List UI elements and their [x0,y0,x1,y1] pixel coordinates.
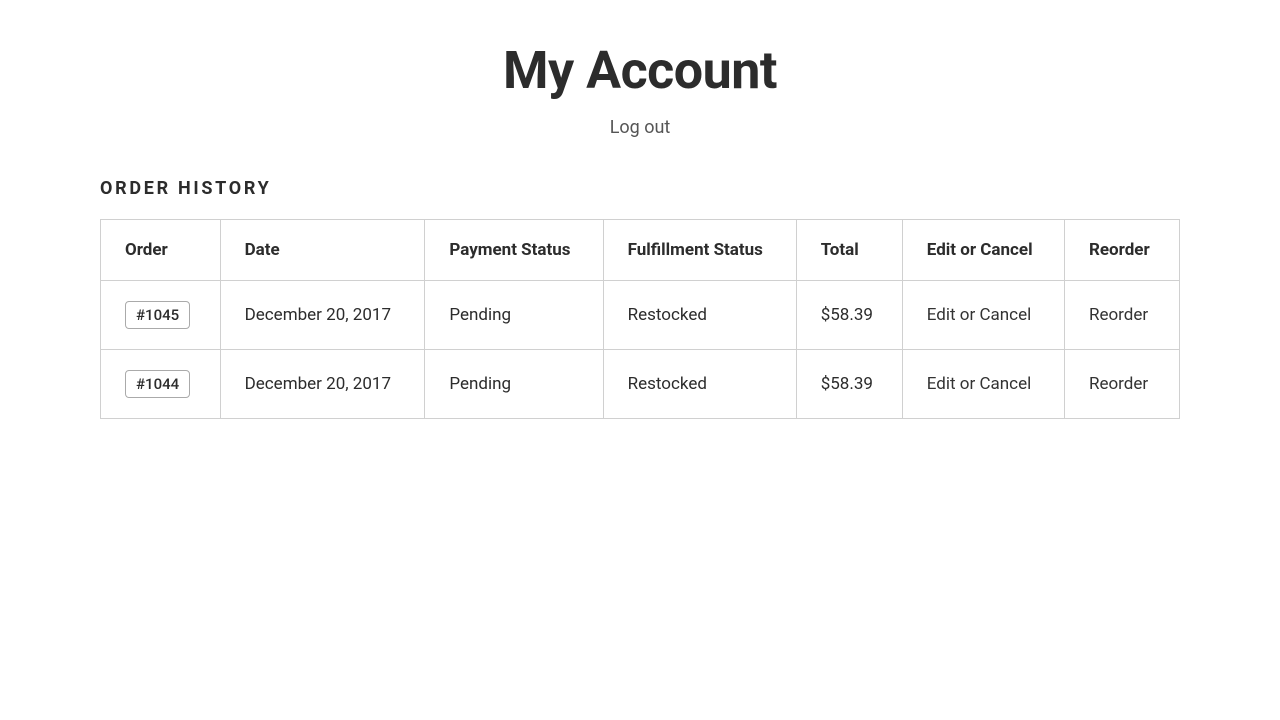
cell-payment-status-1: Pending [425,350,603,419]
cell-fulfillment-status-0: Restocked [603,281,796,350]
col-header-date: Date [220,220,425,281]
edit-or-cancel-link[interactable]: Edit or Cancel [927,305,1031,325]
cell-order-1: #1044 [101,350,221,419]
cell-date-0: December 20, 2017 [220,281,425,350]
col-header-total: Total [796,220,902,281]
page-header: My Account Log out [100,40,1180,138]
page-title: My Account [100,40,1180,101]
logout-link[interactable]: Log out [610,117,671,138]
cell-date-1: December 20, 2017 [220,350,425,419]
cell-total-0: $58.39 [796,281,902,350]
table-header-row: Order Date Payment Status Fulfillment St… [101,220,1180,281]
col-header-edit-or-cancel: Edit or Cancel [902,220,1064,281]
table-header: Order Date Payment Status Fulfillment St… [101,220,1180,281]
order-number-badge[interactable]: #1045 [125,301,190,329]
order-history-section: ORDER HISTORY Order Date Payment Status … [100,178,1180,419]
page-container: My Account Log out ORDER HISTORY Order D… [40,0,1240,459]
order-table: Order Date Payment Status Fulfillment St… [100,219,1180,419]
cell-edit-cancel-1: Edit or Cancel [902,350,1064,419]
edit-or-cancel-link[interactable]: Edit or Cancel [927,374,1031,394]
order-number-badge[interactable]: #1044 [125,370,190,398]
cell-total-1: $58.39 [796,350,902,419]
reorder-link[interactable]: Reorder [1089,374,1148,394]
reorder-link[interactable]: Reorder [1089,305,1148,325]
table-body: #1045 December 20, 2017PendingRestocked$5… [101,281,1180,419]
section-title: ORDER HISTORY [100,178,1180,199]
col-header-reorder: Reorder [1064,220,1179,281]
cell-edit-cancel-0: Edit or Cancel [902,281,1064,350]
table-row: #1045 December 20, 2017PendingRestocked$5… [101,281,1180,350]
col-header-payment-status: Payment Status [425,220,603,281]
col-header-order: Order [101,220,221,281]
col-header-fulfillment-status: Fulfillment Status [603,220,796,281]
cell-fulfillment-status-1: Restocked [603,350,796,419]
cell-order-0: #1045 [101,281,221,350]
cell-payment-status-0: Pending [425,281,603,350]
cell-reorder-1: Reorder [1064,350,1179,419]
cell-reorder-0: Reorder [1064,281,1179,350]
table-row: #1044 December 20, 2017PendingRestocked$5… [101,350,1180,419]
